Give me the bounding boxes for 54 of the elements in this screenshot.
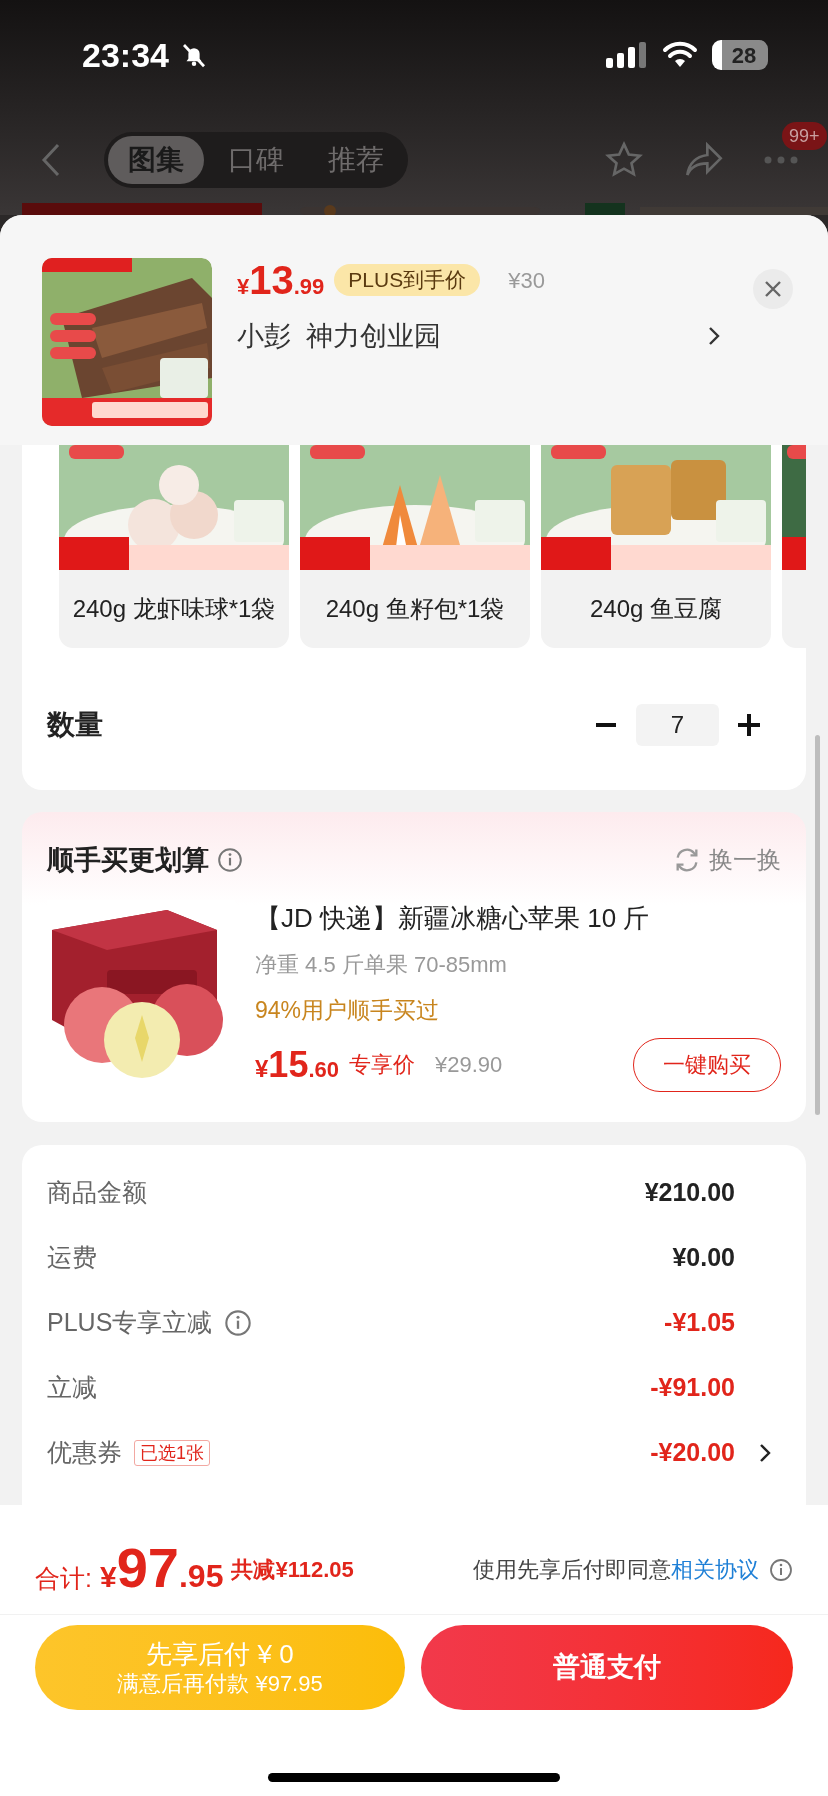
quantity-label: 数量: [47, 708, 103, 742]
info-icon[interactable]: [217, 847, 243, 873]
chevron-icon[interactable]: [759, 1442, 771, 1463]
summary-value: -¥91.00: [650, 1371, 735, 1403]
option-card[interactable]: 240g 龙虾味球*1袋: [59, 445, 289, 648]
summary-value: ¥0.00: [672, 1241, 735, 1273]
product-spec: 净重 4.5 斤单果 70-85mm: [255, 951, 508, 979]
price: ¥15.60: [255, 1042, 339, 1087]
refresh-button[interactable]: 换一换: [673, 842, 781, 878]
status-time: 23:34: [82, 34, 169, 76]
close-icon: [764, 280, 782, 298]
coupon-tag: 已选1张: [134, 1439, 210, 1466]
pay-now-button[interactable]: 普通支付: [421, 1625, 793, 1710]
wifi-icon: [662, 41, 698, 69]
summary-label: 商品金额: [47, 1176, 147, 1208]
summary-value: -¥20.00: [650, 1436, 735, 1468]
summary-label: 运费: [47, 1241, 97, 1273]
section-title: 顺手买更划算: [47, 843, 209, 877]
summary-value: -¥1.05: [664, 1306, 735, 1338]
option-label: 240g 鱼籽包*1袋: [324, 594, 506, 624]
summary-label: 优惠券: [47, 1436, 122, 1468]
minus-icon: [596, 723, 616, 727]
product-title: 【JD 快递】新疆冰糖心苹果 10 斤: [255, 902, 651, 935]
signal-icon: [606, 42, 648, 68]
plus-price-tag: PLUS到手价: [334, 264, 481, 296]
close-button[interactable]: [753, 269, 793, 309]
notification-badge: 99+: [782, 122, 827, 150]
total-discount: 共减¥112.05: [231, 1556, 354, 1584]
original-price: ¥30: [508, 266, 545, 295]
price-label: 专享价: [349, 1051, 415, 1079]
info-icon[interactable]: [224, 1308, 253, 1337]
plus-icon: [738, 714, 760, 736]
battery-level: 28: [731, 41, 757, 70]
star-icon[interactable]: [604, 140, 644, 180]
option-card[interactable]: 240g 鱼籽包*1袋: [300, 445, 530, 648]
agreement-link[interactable]: 相关协议: [671, 1557, 759, 1582]
original-price: ¥29.90: [435, 1051, 503, 1079]
option-card[interactable]: 240g 鱼豆腐: [541, 445, 771, 648]
total-price: 合计: ¥97.95: [35, 1539, 224, 1600]
option-label: 240g 龙虾味球*1袋: [71, 594, 277, 624]
summary-label: PLUS专享立减: [47, 1306, 213, 1338]
option-label: 240g 鱼豆腐: [588, 594, 724, 624]
tab[interactable]: 图集: [108, 136, 204, 184]
info-icon[interactable]: [769, 1557, 793, 1582]
tab[interactable]: 口碑: [208, 136, 304, 184]
price: ¥13.99: [237, 257, 325, 304]
summary-value: ¥210.00: [644, 1176, 735, 1208]
purchase-rate: 94%用户顺手买过: [255, 996, 441, 1025]
tab[interactable]: 推荐: [308, 136, 404, 184]
back-icon[interactable]: [40, 142, 62, 178]
quantity-field[interactable]: 7: [636, 704, 719, 746]
agreement-text: 使用先享后付即同意相关协议: [473, 1556, 759, 1584]
summary-label: 立减: [47, 1371, 97, 1403]
address-selector[interactable]: 小彭 神力创业园: [237, 316, 737, 357]
